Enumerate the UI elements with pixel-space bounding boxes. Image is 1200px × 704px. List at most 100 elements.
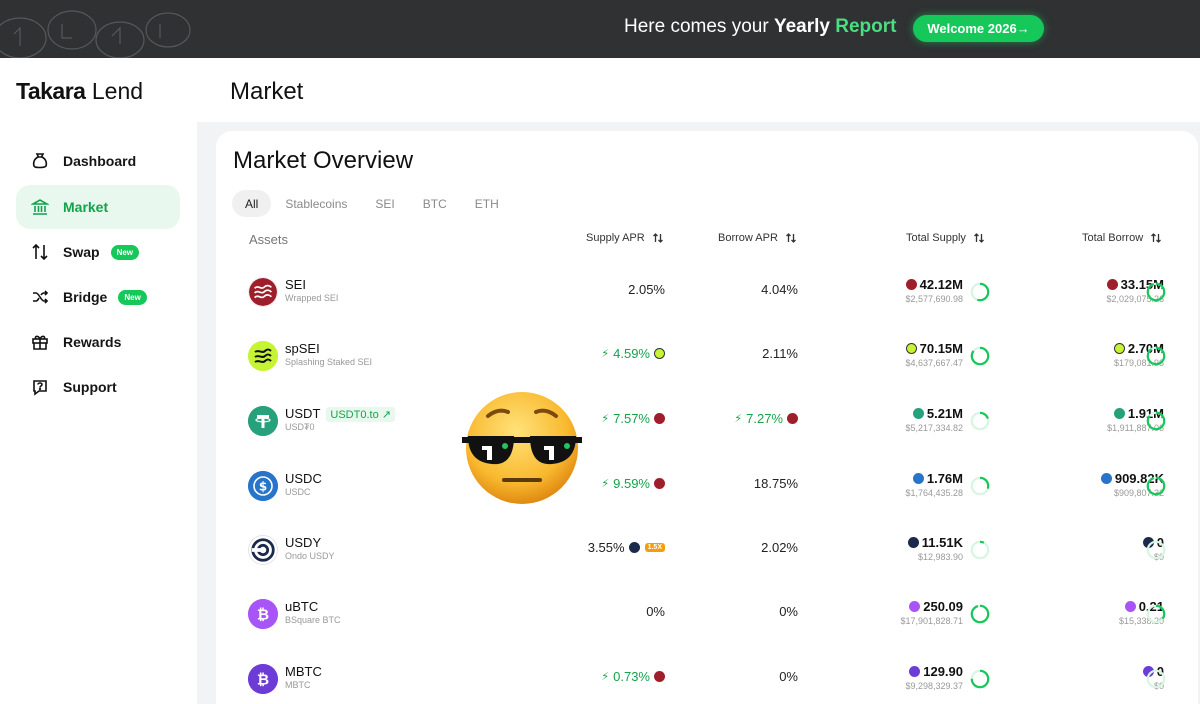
nav-rewards[interactable]: Rewards	[16, 320, 180, 364]
total-supply: 250.09 $17,901,828.71	[900, 599, 963, 626]
usdc-token-icon	[1100, 473, 1112, 484]
asset-name: USDY	[285, 535, 322, 550]
card-title: Market Overview	[233, 147, 414, 174]
ring-track	[1146, 540, 1166, 560]
sort-icon	[652, 233, 663, 243]
top-banner: Here comes your Yearly Report Welcome 20…	[0, 0, 1200, 58]
nav-dashboard[interactable]: Dashboard	[16, 139, 180, 183]
usdy-token-icon	[248, 535, 278, 565]
nav-support[interactable]: Support	[16, 365, 180, 409]
asset-subtitle: Splashing Staked SEI	[285, 357, 373, 367]
table-row[interactable]: USDY Ondo USDY 3.55% 1.5X 2.02% 11.51K $1…	[216, 518, 1198, 582]
table-row[interactable]: $ USDC USDC ⚡ 9.59% 18.75% 1.76M $1,764,4…	[216, 454, 1198, 518]
ring-fill	[970, 604, 990, 624]
nav-bridge[interactable]: Bridge New	[16, 275, 180, 319]
supply-utilization-ring	[970, 476, 990, 496]
nav-swap[interactable]: Swap New	[16, 230, 180, 274]
usdt-token-icon	[248, 406, 278, 436]
asset-subtitle: MBTC	[285, 680, 311, 690]
asset-name: MBTC	[285, 664, 322, 679]
svg-text:$: $	[259, 480, 267, 494]
table-row[interactable]: spSEI Splashing Staked SEI ⚡ 4.59% 2.11% …	[216, 324, 1198, 388]
supply-utilization-ring	[970, 346, 990, 366]
coins-decoration-icon	[0, 10, 191, 58]
spsei-token-icon	[654, 348, 665, 359]
nav-market[interactable]: Market	[16, 185, 180, 229]
usdt-token-icon	[1113, 408, 1125, 419]
borrow-apr: 0%	[779, 604, 798, 619]
usdy-token-icon	[628, 542, 640, 553]
help-icon	[30, 377, 50, 397]
ubtc-token-icon	[1124, 601, 1136, 612]
sei-token-icon	[654, 671, 665, 682]
sei-token-icon	[654, 478, 665, 489]
table-row[interactable]: ₿ uBTC BSquare BTC 0% 0% 250.09 $17,901,…	[216, 582, 1198, 646]
new-badge: New	[118, 289, 147, 305]
sei-token-icon	[905, 279, 917, 290]
column-total-borrow[interactable]: Total Borrow	[1082, 232, 1162, 244]
tab-eth[interactable]: ETH	[461, 190, 513, 217]
borrow-utilization-ring	[1146, 476, 1166, 496]
asset-name: uBTC	[285, 599, 319, 614]
borrow-utilization-ring	[1146, 604, 1166, 624]
shuffle-icon	[30, 287, 50, 307]
borrow-apr: 2.02%	[761, 540, 798, 555]
bank-icon	[30, 197, 50, 217]
asset-subtitle: BSquare BTC	[285, 615, 341, 625]
tab-btc[interactable]: BTC	[409, 190, 461, 217]
borrow-apr: 4.04%	[761, 282, 798, 297]
supply-apr: ⚡ 4.59%	[601, 346, 665, 361]
usdt-token-icon	[912, 408, 924, 419]
filter-tabs: All Stablecoins SEI BTC ETH	[232, 190, 513, 217]
asset-name: spSEI	[285, 341, 320, 356]
asset-subtitle: USDC	[285, 487, 311, 497]
tab-all[interactable]: All	[232, 190, 272, 217]
asset-name: SEI	[285, 277, 306, 292]
lightning-icon: ⚡	[734, 413, 743, 425]
supply-apr: ⚡ 0.73%	[601, 669, 665, 684]
ring-fill	[1146, 346, 1166, 366]
sei-token-icon	[787, 413, 798, 424]
spsei-token-icon	[248, 341, 278, 371]
asset-subtitle: USD₮0	[285, 422, 315, 432]
sei-token-icon	[1106, 279, 1118, 290]
asset-name: USDC	[285, 471, 322, 486]
sort-icon	[973, 233, 984, 243]
sunglasses-emoji-icon	[462, 392, 582, 504]
supply-apr: ⚡ 9.59%	[601, 476, 665, 491]
column-assets: Assets	[249, 232, 289, 247]
usdt0-link[interactable]: USDT0.to ↗	[326, 407, 395, 422]
column-total-supply[interactable]: Total Supply	[906, 232, 985, 244]
ubtc-token-icon	[909, 601, 921, 612]
gift-icon	[30, 332, 50, 352]
mbtc-token-icon	[909, 666, 921, 677]
takara-lend-logo[interactable]: Takara Lend	[16, 78, 143, 105]
lightning-icon: ⚡	[601, 348, 610, 360]
tab-sei[interactable]: SEI	[361, 190, 408, 217]
borrow-utilization-ring	[1146, 540, 1166, 560]
lightning-icon: ⚡	[601, 478, 610, 490]
column-borrow-apr[interactable]: Borrow APR	[718, 232, 797, 244]
borrow-apr: 0%	[779, 669, 798, 684]
table-row[interactable]: USDT USDT0.to ↗ USD₮0 ⚡ 7.57% ⚡ 7.27% 5.21M…	[216, 389, 1198, 453]
borrow-utilization-ring	[1146, 669, 1166, 689]
total-supply: 42.12M $2,577,690.98	[905, 277, 963, 304]
supply-utilization-ring	[970, 411, 990, 431]
tab-stablecoins[interactable]: Stablecoins	[271, 190, 361, 217]
total-supply: 129.90 $9,298,329.37	[905, 664, 963, 691]
asset-name: USDT USDT0.to ↗	[285, 406, 395, 422]
usdc-token-icon: $	[248, 471, 278, 501]
lightning-icon: ⚡	[601, 413, 610, 425]
ring-track	[1146, 669, 1166, 689]
total-supply: 11.51K $12,983.90	[907, 535, 963, 562]
supply-utilization-ring	[970, 669, 990, 689]
boost-badge: 1.5X	[644, 543, 665, 552]
welcome-button[interactable]: Welcome 2026→	[913, 15, 1044, 42]
page-title: Market	[230, 78, 304, 105]
usdy-token-icon	[907, 537, 919, 548]
table-row[interactable]: ₿ MBTC MBTC ⚡ 0.73% 0% 129.90 $9,298,329.…	[216, 647, 1198, 704]
table-row[interactable]: SEI Wrapped SEI 2.05% 4.04% 42.12M $2,57…	[216, 260, 1198, 324]
column-supply-apr[interactable]: Supply APR	[586, 232, 664, 244]
banner-message: Here comes your Yearly Report	[624, 16, 897, 37]
ring-track	[970, 540, 990, 560]
